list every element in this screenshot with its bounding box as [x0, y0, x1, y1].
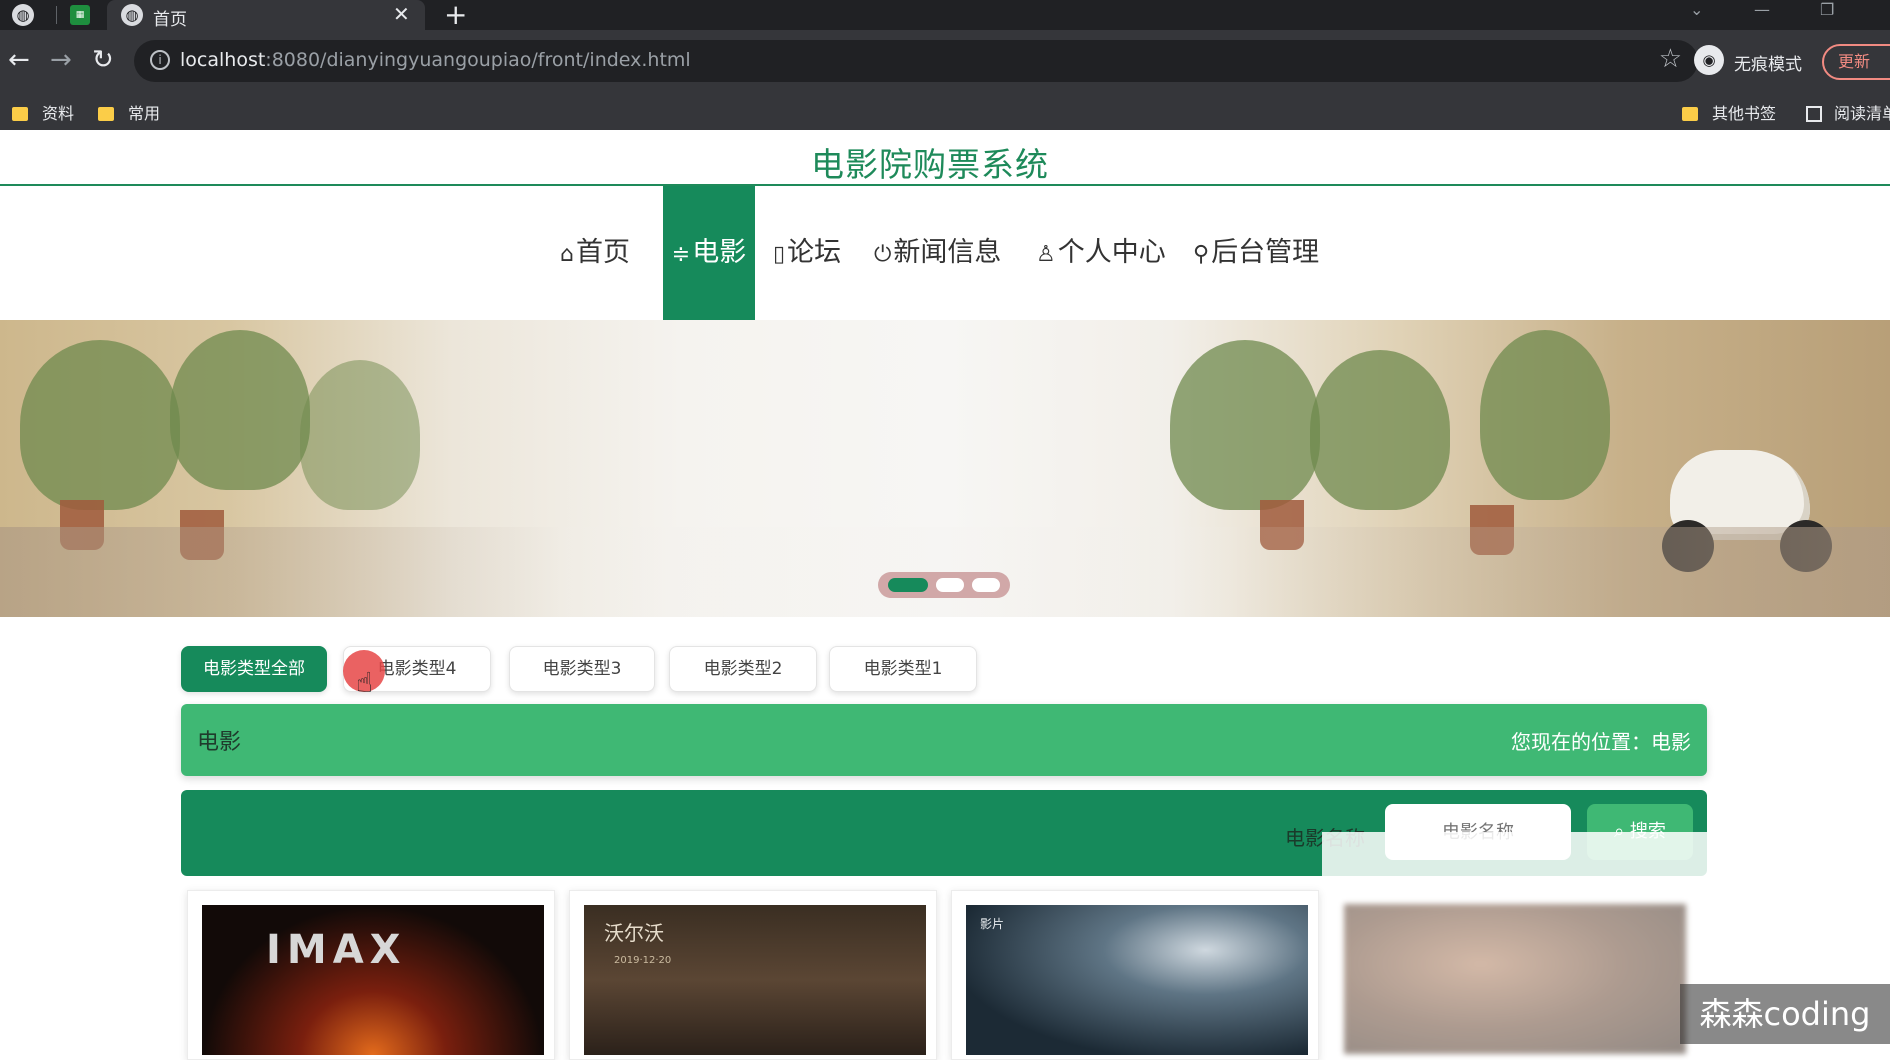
- app-grid-icon[interactable]: ▦: [70, 5, 90, 25]
- bookmarks-bar: 资料 常用 其他书签 阅读清单: [0, 94, 1890, 130]
- globe-icon: ◍: [121, 4, 143, 26]
- type-2-button[interactable]: 电影类型2: [669, 646, 817, 692]
- type-1-button[interactable]: 电影类型1: [829, 646, 977, 692]
- plant-decoration: [1480, 330, 1610, 500]
- movie-poster[interactable]: 影片: [966, 905, 1308, 1055]
- incognito-icon: ◉: [1694, 45, 1724, 75]
- bookmark-star-icon[interactable]: ☆: [1659, 44, 1682, 74]
- reload-icon[interactable]: ↻: [92, 44, 114, 76]
- tab-title: 首页: [153, 10, 187, 30]
- address-bar[interactable]: i localhost:8080/dianyingyuangoupiao/fro…: [134, 40, 1698, 82]
- movie-poster[interactable]: 沃尔沃 2019·12·20: [584, 905, 926, 1055]
- movie-poster-blurred[interactable]: [1344, 904, 1686, 1054]
- bookmark-folder-1[interactable]: 资料: [12, 100, 74, 124]
- plant-decoration: [1170, 340, 1320, 510]
- folder-icon: [12, 107, 28, 121]
- incognito-indicator[interactable]: ◉ 无痕模式: [1694, 42, 1812, 82]
- movie-poster[interactable]: IMAX: [202, 905, 544, 1055]
- user-icon: ♙: [1036, 242, 1056, 267]
- movie-card[interactable]: 沃尔沃 2019·12·20: [569, 890, 937, 1060]
- type-all-button[interactable]: 电影类型全部: [181, 646, 327, 692]
- close-icon[interactable]: ✕: [393, 2, 410, 26]
- movie-card[interactable]: 影片: [951, 890, 1319, 1060]
- plant-decoration: [300, 360, 420, 510]
- home-icon: ⌂: [560, 242, 574, 267]
- nav-item-admin[interactable]: ⚲后台管理: [1193, 186, 1319, 320]
- other-bookmarks[interactable]: 其他书签: [1682, 100, 1776, 124]
- sliders-icon: ≑: [671, 242, 691, 267]
- active-tab[interactable]: ◍ 首页 ✕: [107, 0, 425, 30]
- forward-icon[interactable]: →: [50, 44, 72, 76]
- browser-toolbar: ← → ↻ i localhost:8080/dianyingyuangoupi…: [0, 30, 1890, 94]
- folder-icon: [1682, 107, 1698, 121]
- breadcrumb: 您现在的位置：电影: [1511, 730, 1691, 754]
- power-icon: ⏻: [874, 242, 892, 267]
- carousel-dot-1[interactable]: [888, 578, 928, 592]
- info-icon[interactable]: i: [150, 50, 170, 70]
- nav-item-movies[interactable]: ≑电影: [663, 186, 755, 320]
- bookmark-folder-2[interactable]: 常用: [98, 100, 160, 124]
- section-header: 电影 您现在的位置：电影: [181, 704, 1707, 776]
- update-button[interactable]: 更新: [1822, 44, 1890, 80]
- plant-decoration: [1310, 350, 1450, 510]
- nav-item-home[interactable]: ⌂首页: [560, 186, 630, 320]
- nav-item-forum[interactable]: ▯论坛: [773, 186, 841, 320]
- plant-decoration: [20, 340, 180, 510]
- carousel-dot-3[interactable]: [972, 578, 1000, 592]
- globe-icon[interactable]: ◍: [12, 4, 34, 26]
- restore-icon[interactable]: ❐: [1820, 0, 1834, 19]
- type-3-button[interactable]: 电影类型3: [509, 646, 655, 692]
- incognito-label: 无痕模式: [1734, 55, 1802, 75]
- chevron-down-icon[interactable]: ⌄: [1690, 0, 1703, 19]
- new-tab-icon[interactable]: +: [444, 0, 467, 31]
- site-title: 电影院购票系统: [811, 145, 1049, 184]
- forum-icon: ▯: [773, 242, 786, 267]
- minimize-icon[interactable]: —: [1754, 0, 1770, 19]
- url-text[interactable]: localhost:8080/dianyingyuangoupiao/front…: [180, 49, 691, 71]
- movie-card[interactable]: IMAX: [187, 890, 555, 1060]
- nav-item-news[interactable]: ⏻新闻信息: [874, 186, 1001, 320]
- nav-item-profile[interactable]: ♙个人中心: [1036, 186, 1166, 320]
- link-icon: ⚲: [1193, 242, 1210, 267]
- hand-cursor-icon: ☝: [356, 666, 374, 699]
- browser-tab-strip: ◍ ▦ ◍ 首页 ✕ + ⌄ — ❐: [0, 0, 1890, 31]
- tab-separator: [56, 6, 57, 24]
- carousel-dot-2[interactable]: [936, 578, 964, 592]
- plant-decoration: [170, 330, 310, 490]
- reading-list-icon: [1806, 106, 1822, 122]
- watermark: 森森coding: [1680, 984, 1890, 1044]
- reading-list[interactable]: 阅读清单: [1806, 100, 1890, 124]
- carousel-indicators: [878, 572, 1010, 598]
- section-title: 电影: [197, 730, 242, 755]
- back-icon[interactable]: ←: [8, 44, 30, 76]
- folder-icon: [98, 107, 114, 121]
